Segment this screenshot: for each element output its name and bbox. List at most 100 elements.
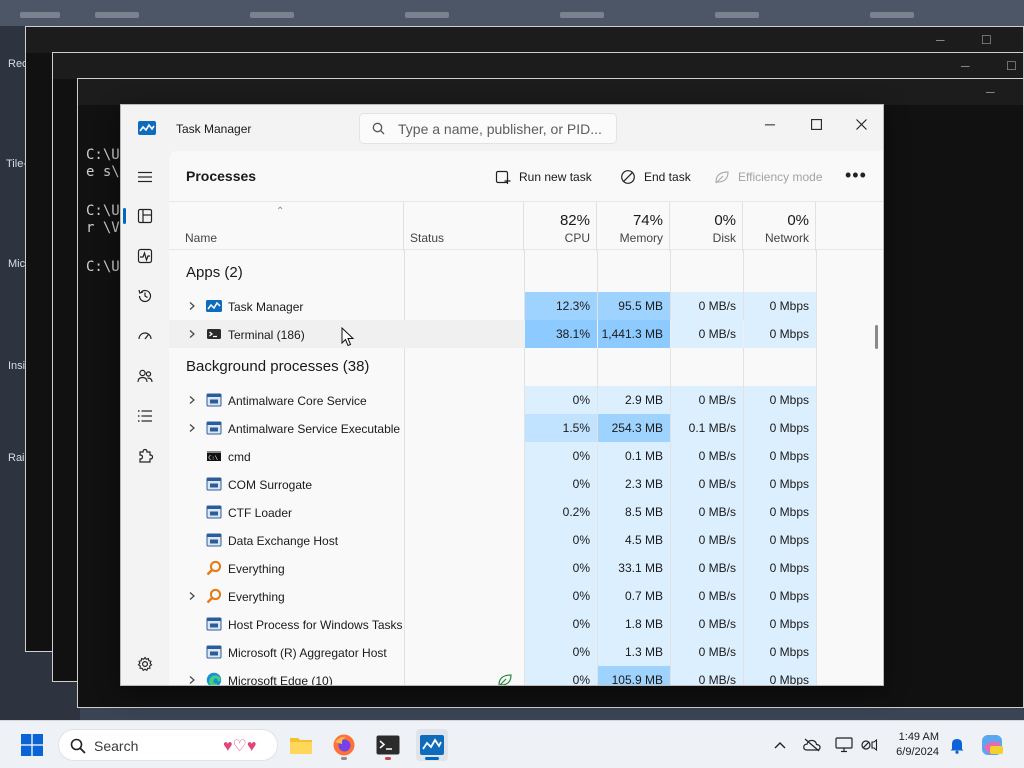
chevron-right-icon[interactable] — [187, 675, 197, 685]
memory-cell: 1,441.3 MB — [598, 320, 670, 348]
process-name: Microsoft (R) Aggregator Host — [228, 646, 387, 660]
close-button[interactable] — [841, 111, 881, 137]
column-disk[interactable]: 0% Disk — [670, 202, 743, 251]
more-options-button[interactable]: ••• — [845, 165, 867, 186]
search-box[interactable] — [359, 113, 617, 144]
nav-processes[interactable] — [123, 200, 161, 232]
column-status[interactable]: Status — [404, 202, 524, 251]
process-row[interactable]: Data Exchange Host 0% 4.5 MB 0 MB/s 0 Mbps — [169, 526, 816, 554]
processes-page: Processes Run new task End task Efficien… — [169, 151, 883, 685]
chevron-right-icon[interactable] — [187, 301, 197, 311]
process-row[interactable]: Task Manager 12.3% 95.5 MB 0 MB/s 0 Mbps — [169, 292, 816, 320]
active-indicator — [123, 208, 126, 224]
nav-menu-button[interactable] — [129, 161, 161, 193]
nav-users[interactable] — [129, 360, 161, 392]
cpu-cell: 0% — [525, 470, 597, 498]
search-highlight-hearts-icon: ♥♡♥ — [223, 738, 257, 755]
desktop-label: Rai — [8, 452, 25, 464]
column-name[interactable]: Name — [169, 202, 404, 251]
taskbar-file-explorer[interactable] — [285, 729, 317, 761]
show-hidden-icons-button[interactable] — [770, 735, 790, 755]
memory-cell: 0.1 MB — [598, 442, 670, 470]
vertical-scrollbar[interactable] — [875, 325, 878, 349]
bell-icon — [950, 739, 964, 754]
process-row[interactable]: Terminal (186) 38.1% 1,441.3 MB 0 MB/s 0 Mbp… — [169, 320, 816, 348]
process-row[interactable]: C:\ cmd 0% 0.1 MB 0 MB/s 0 Mbps — [169, 442, 816, 470]
cmd-icon: C:\ — [206, 448, 222, 464]
copilot-button[interactable] — [980, 733, 1004, 757]
column-cpu[interactable]: 82% CPU — [524, 202, 597, 251]
process-row[interactable]: Microsoft Edge (10) 0% 105.9 MB 0 MB/s 0 Mbp… — [169, 666, 816, 685]
nav-app-history[interactable] — [129, 280, 161, 312]
efficiency-mode-button[interactable]: Efficiency mode — [714, 161, 823, 193]
process-row[interactable]: Antimalware Service Executable 1.5% 254.3 … — [169, 414, 816, 442]
users-icon — [137, 369, 153, 383]
taskbar-search[interactable]: Search ♥♡♥ — [58, 729, 278, 761]
maximize-button[interactable] — [796, 111, 836, 137]
minimize-button[interactable]: ─ — [750, 111, 790, 137]
chevron-right-icon[interactable] — [187, 591, 197, 601]
minimize-icon: ─ — [765, 116, 775, 132]
active-window-indicator — [425, 757, 439, 760]
process-row[interactable]: Host Process for Windows Tasks 0% 1.8 MB 0 … — [169, 610, 816, 638]
running-indicator — [341, 757, 347, 760]
notifications-button[interactable] — [947, 735, 967, 755]
processes-icon — [137, 208, 153, 224]
process-row[interactable]: CTF Loader 0.2% 8.5 MB 0 MB/s 0 Mbps — [169, 498, 816, 526]
chevron-right-icon[interactable] — [187, 423, 197, 433]
process-name: cmd — [228, 450, 251, 464]
process-row[interactable]: Microsoft (R) Aggregator Host 0% 1.3 MB 0 M… — [169, 638, 816, 666]
memory-cell: 95.5 MB — [598, 292, 670, 320]
maximize-icon — [810, 118, 822, 130]
run-task-icon — [495, 170, 511, 184]
column-name-label: Name — [185, 231, 218, 245]
run-new-task-button[interactable]: Run new task — [495, 161, 592, 193]
nav-services[interactable] — [129, 440, 161, 472]
desktop-label: Insi — [8, 360, 26, 372]
disk-total-percent: 0% — [714, 212, 736, 229]
system-clock[interactable]: 1:49 AM 6/9/2024 — [891, 730, 939, 760]
process-row[interactable]: Everything 0% 0.7 MB 0 MB/s 0 Mbps — [169, 582, 816, 610]
cpu-cell: 0% — [525, 582, 597, 610]
process-list: Apps (2) Background processes (38) Task … — [169, 250, 883, 685]
taskbar-firefox[interactable] — [328, 729, 360, 761]
process-row[interactable]: Everything 0% 33.1 MB 0 MB/s 0 Mbps — [169, 554, 816, 582]
network-cell: 0 Mbps — [744, 498, 816, 526]
task-manager-logo-icon — [138, 121, 156, 135]
disk-cell: 0 MB/s — [671, 386, 743, 414]
column-network-label: Network — [764, 231, 809, 245]
start-button[interactable] — [16, 729, 48, 761]
search-icon — [70, 738, 86, 754]
cpu-total-percent: 82% — [559, 212, 590, 229]
table-header: ⌃ Name Status 82% CPU 74% Memory 0% Disk… — [169, 201, 883, 251]
group-header-background: Background processes (38) — [186, 358, 370, 375]
column-network[interactable]: 0% Network — [743, 202, 816, 251]
taskbar-terminal[interactable] — [372, 729, 404, 761]
memory-cell: 4.5 MB — [598, 526, 670, 554]
tray-network-volume[interactable] — [859, 735, 879, 755]
nav-startup-apps[interactable] — [129, 320, 161, 352]
tray-display[interactable] — [834, 735, 854, 755]
column-memory[interactable]: 74% Memory — [597, 202, 670, 251]
nav-details[interactable] — [129, 400, 161, 432]
chevron-right-icon[interactable] — [187, 329, 197, 339]
cpu-cell: 0% — [525, 610, 597, 638]
disk-cell: 0 MB/s — [671, 498, 743, 526]
nav-performance[interactable] — [129, 240, 161, 272]
efficiency-leaf-icon — [715, 171, 729, 184]
navigation-rail — [121, 151, 169, 685]
chevron-right-icon[interactable] — [187, 395, 197, 405]
details-list-icon — [138, 410, 152, 422]
process-row[interactable]: COM Surrogate 0% 2.3 MB 0 MB/s 0 Mbps — [169, 470, 816, 498]
task-manager-window: Task Manager ─ — [120, 104, 884, 686]
search-input[interactable] — [398, 119, 608, 139]
end-task-button[interactable]: End task — [620, 161, 691, 193]
taskbar-task-manager[interactable] — [416, 729, 448, 761]
tray-onedrive[interactable] — [802, 735, 822, 755]
network-status-icon — [861, 738, 878, 752]
mouse-cursor-icon — [341, 327, 355, 347]
nav-settings[interactable] — [129, 648, 161, 680]
disk-cell: 0 MB/s — [671, 638, 743, 666]
process-row[interactable]: Antimalware Core Service 0% 2.9 MB 0 MB/s 0 … — [169, 386, 816, 414]
terminal-icon — [376, 735, 400, 755]
